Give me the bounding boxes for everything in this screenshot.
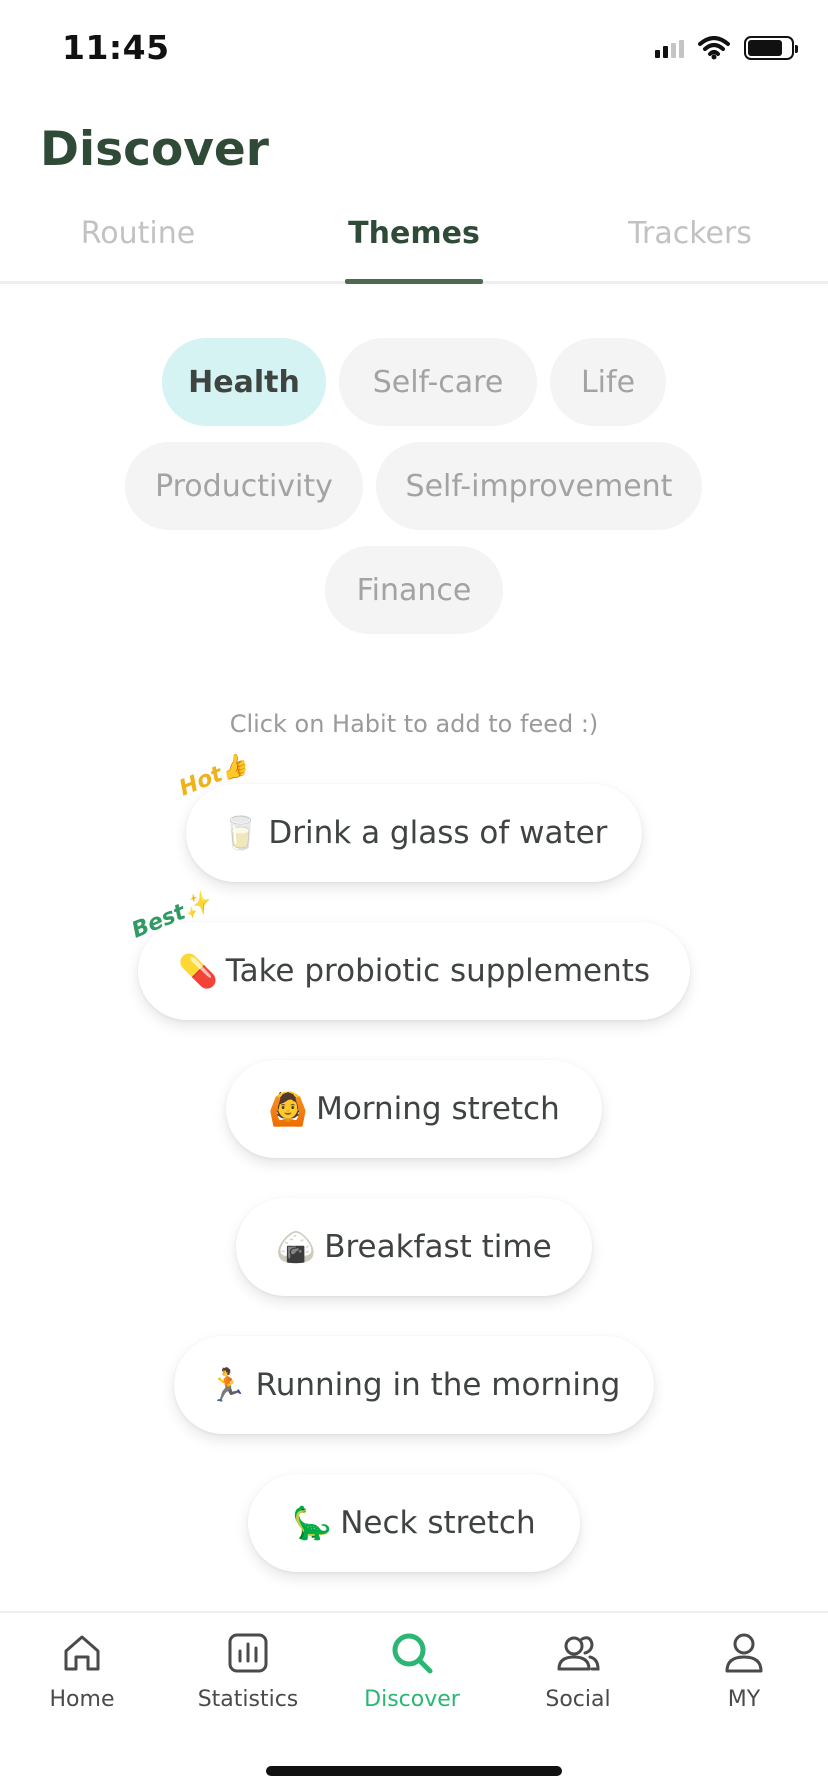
- tab-bar: Routine Themes Trackers: [0, 212, 828, 284]
- status-bar: 11:45: [0, 0, 828, 100]
- habit-probiotic[interactable]: 💊 Take probiotic supplements: [138, 922, 690, 1020]
- tab-themes[interactable]: Themes: [348, 216, 480, 251]
- nav-label: Home: [49, 1687, 115, 1712]
- habit-label: Drink a glass of water: [268, 815, 608, 851]
- tab-trackers[interactable]: Trackers: [628, 216, 752, 251]
- home-indicator: [266, 1766, 562, 1776]
- category-chip-self-improvement[interactable]: Self-improvement: [376, 442, 702, 530]
- person-icon: [725, 1633, 763, 1673]
- habit-label: Morning stretch: [316, 1091, 560, 1127]
- habit-breakfast[interactable]: 🍙 Breakfast time: [236, 1198, 592, 1296]
- habit-neck-stretch[interactable]: 🦕 Neck stretch: [248, 1474, 580, 1572]
- habit-label: Take probiotic supplements: [225, 953, 651, 989]
- social-icon: [557, 1636, 600, 1671]
- nav-statistics[interactable]: Statistics: [188, 1629, 308, 1712]
- battery-icon: [744, 36, 798, 60]
- status-icons: [655, 36, 798, 60]
- runner-icon: 🏃: [207, 1366, 248, 1404]
- search-icon: [392, 1633, 433, 1674]
- habit-label: Running in the morning: [255, 1367, 621, 1403]
- nav-discover[interactable]: Discover: [352, 1629, 472, 1712]
- nav-my[interactable]: MY: [684, 1629, 804, 1712]
- nav-label: Social: [545, 1687, 611, 1712]
- stretch-person-icon: 🙆: [268, 1090, 309, 1128]
- nav-label: MY: [727, 1687, 761, 1712]
- signal-icon: [655, 38, 684, 58]
- home-icon: [64, 1635, 100, 1671]
- page-title: Discover: [40, 122, 269, 177]
- nav-label: Discover: [364, 1687, 460, 1712]
- category-chip-productivity[interactable]: Productivity: [125, 442, 363, 530]
- habit-morning-stretch[interactable]: 🙆 Morning stretch: [226, 1060, 602, 1158]
- category-chip-health[interactable]: Health: [162, 338, 326, 426]
- habit-running[interactable]: 🏃 Running in the morning: [174, 1336, 654, 1434]
- tab-indicator: [345, 279, 483, 284]
- category-chip-life[interactable]: Life: [550, 338, 666, 426]
- rice-ball-icon: 🍙: [276, 1228, 317, 1266]
- nav-social[interactable]: Social: [518, 1629, 638, 1712]
- dinosaur-icon: 🦕: [292, 1504, 333, 1542]
- habit-label: Breakfast time: [324, 1229, 552, 1265]
- habit-label: Neck stretch: [340, 1505, 536, 1541]
- nav-home[interactable]: Home: [22, 1629, 142, 1712]
- pill-icon: 💊: [177, 952, 218, 990]
- category-chip-self-care[interactable]: Self-care: [339, 338, 537, 426]
- bottom-nav: Home Statistics Discover Social MY: [0, 1611, 828, 1792]
- category-chip-finance[interactable]: Finance: [325, 546, 503, 634]
- status-time: 11:45: [62, 28, 170, 67]
- statistics-icon: [228, 1633, 268, 1673]
- milk-glass-icon: 🥛: [220, 814, 261, 852]
- nav-label: Statistics: [197, 1687, 299, 1712]
- wifi-icon: [698, 36, 730, 60]
- tab-routine[interactable]: Routine: [81, 216, 195, 251]
- add-habit-hint: Click on Habit to add to feed :): [229, 710, 599, 738]
- habit-drink-water[interactable]: 🥛 Drink a glass of water: [186, 784, 642, 882]
